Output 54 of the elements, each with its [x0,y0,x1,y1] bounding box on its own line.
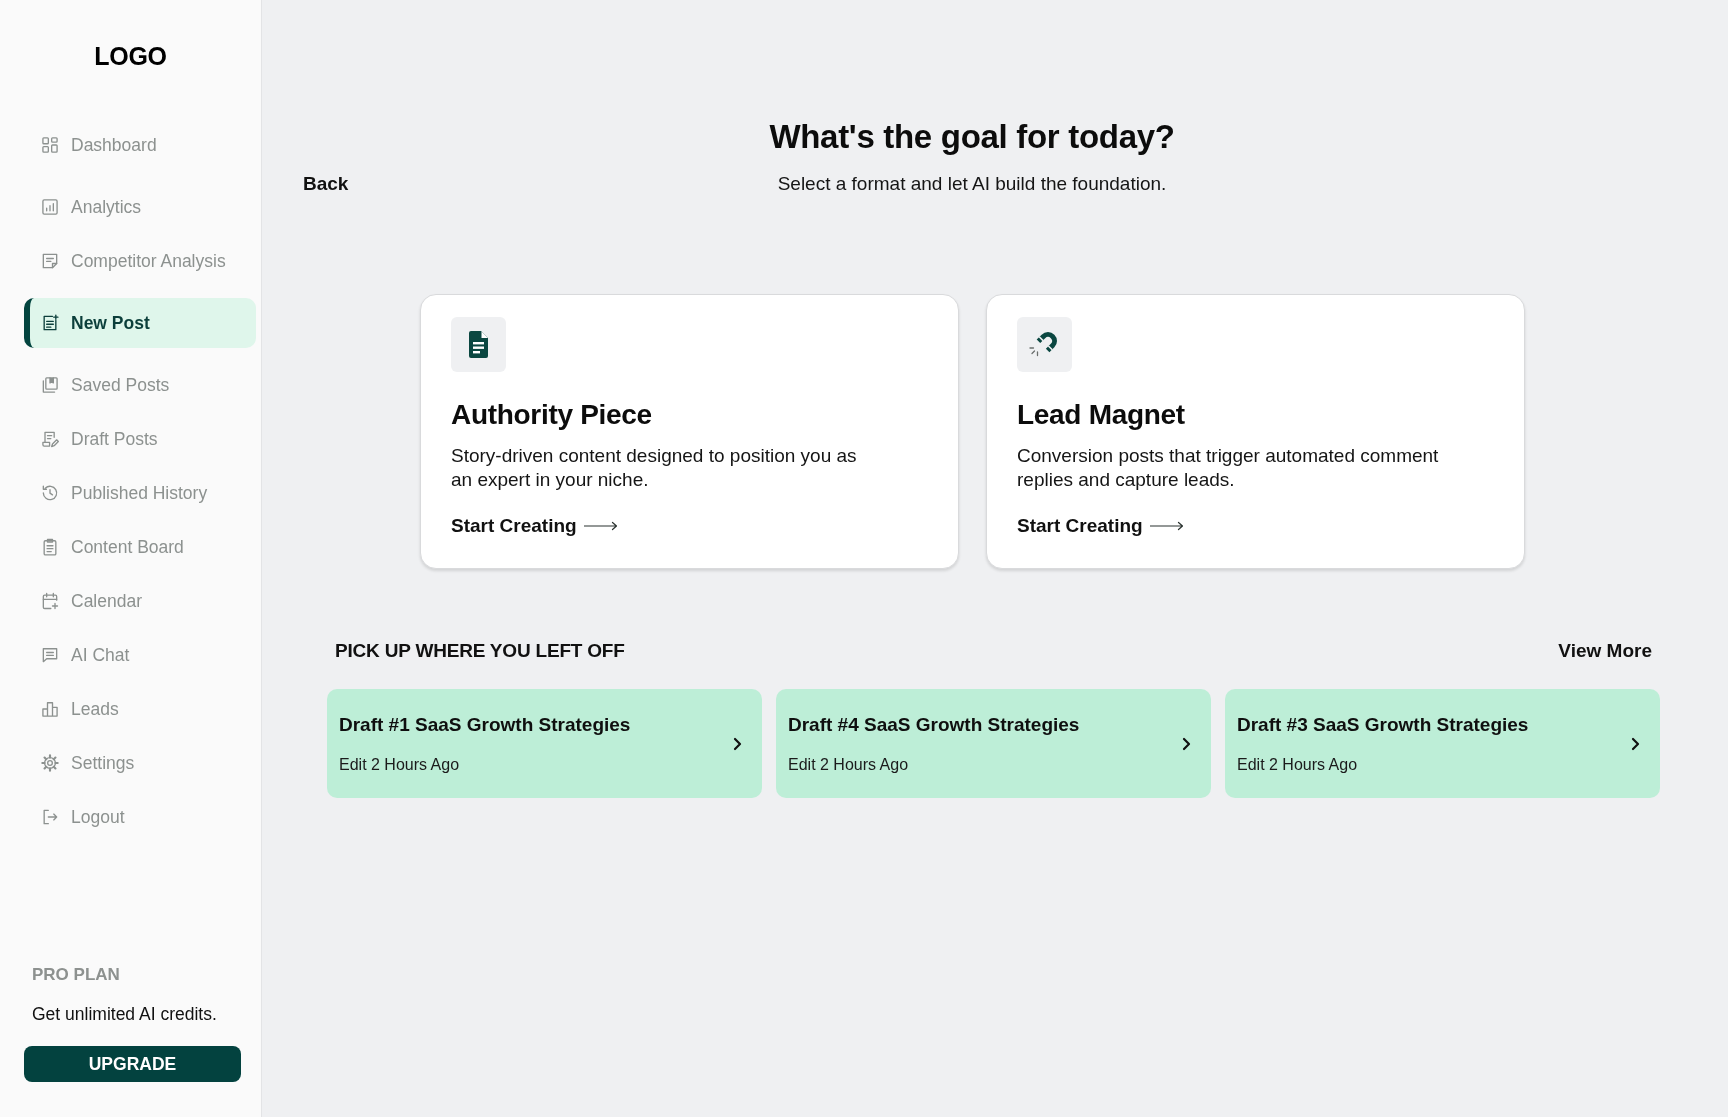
section-heading: PICK UP WHERE YOU LEFT OFF [335,639,625,663]
upgrade-button[interactable]: UPGRADE [24,1046,241,1082]
page-title: What's the goal for today? [769,117,1175,157]
chevron-icon [1631,736,1640,751]
stacked-pages-icon [40,375,60,395]
nav-item[interactable]: Saved Posts [24,360,256,410]
note-icon [40,251,60,271]
nav-item[interactable]: Logout [24,792,256,842]
nav-item[interactable]: Calendar [24,576,256,626]
arrow-icon [583,521,618,531]
nav-item[interactable]: AI Chat [24,630,256,680]
start-creating-link[interactable]: Start Creating [1017,514,1184,538]
view-more-link[interactable]: View More [1558,639,1652,663]
draft-edited-time: Edit 2 Hours Ago [788,754,910,775]
draft-title: Draft #3 SaaS Growth Strategies [1237,712,1529,737]
chevron-icon [1182,736,1191,751]
grid-icon [40,135,60,155]
start-creating-link[interactable]: Start Creating [451,514,618,538]
nav-item[interactable]: Published History [24,468,256,518]
format-description: Conversion posts that trigger automated comment replies and capture leads. [1017,444,1440,492]
logo: LOGO [94,41,167,71]
magnet-icon [1017,317,1072,372]
arrow-icon [1149,521,1184,531]
draft-edited-time: Edit 2 Hours Ago [1237,754,1359,775]
plan-description: Get unlimited AI credits. [31,1003,218,1025]
nav-item[interactable]: Dashboard [24,120,256,170]
nav-item[interactable]: New Post [24,298,256,348]
draft-edited-time: Edit 2 Hours Ago [339,754,461,775]
back-link[interactable]: Back [303,172,403,196]
chat-icon [40,645,60,665]
format-title: Lead Magnet [1017,398,1185,432]
draft-title: Draft #4 SaaS Growth Strategies [788,712,1080,737]
history-icon [40,483,60,503]
chevron-icon [733,736,742,751]
settings-icon [40,753,60,773]
page-subtitle: Select a format and let AI build the foundation. [777,172,1167,196]
chart-columns-icon [40,699,60,719]
format-title: Authority Piece [451,398,652,432]
plan-label: PRO PLAN [31,964,121,986]
bar-chart-icon [40,197,60,217]
draft-title: Draft #1 SaaS Growth Strategies [339,712,631,737]
document-pen-icon [40,429,60,449]
nav-item[interactable]: Content Board [24,522,256,572]
nav-item[interactable]: Draft Posts [24,414,256,464]
calendar-plus-icon [40,591,60,611]
nav-item[interactable]: Settings [24,738,256,788]
format-description: Story-driven content designed to position you as an expert in your niche. [451,444,858,492]
document-icon [451,317,506,372]
nav-item[interactable]: Analytics [24,182,256,232]
draft-card[interactable]: Draft #1 SaaS Growth Strategies Edit 2 Hours Ago [327,689,762,798]
nav-item[interactable]: Competitor Analysis [24,236,256,286]
nav-item[interactable]: Leads [24,684,256,734]
draft-card[interactable]: Draft #3 SaaS Growth Strategies Edit 2 Hours Ago [1225,689,1660,798]
draft-card[interactable]: Draft #4 SaaS Growth Strategies Edit 2 Hours Ago [776,689,1211,798]
